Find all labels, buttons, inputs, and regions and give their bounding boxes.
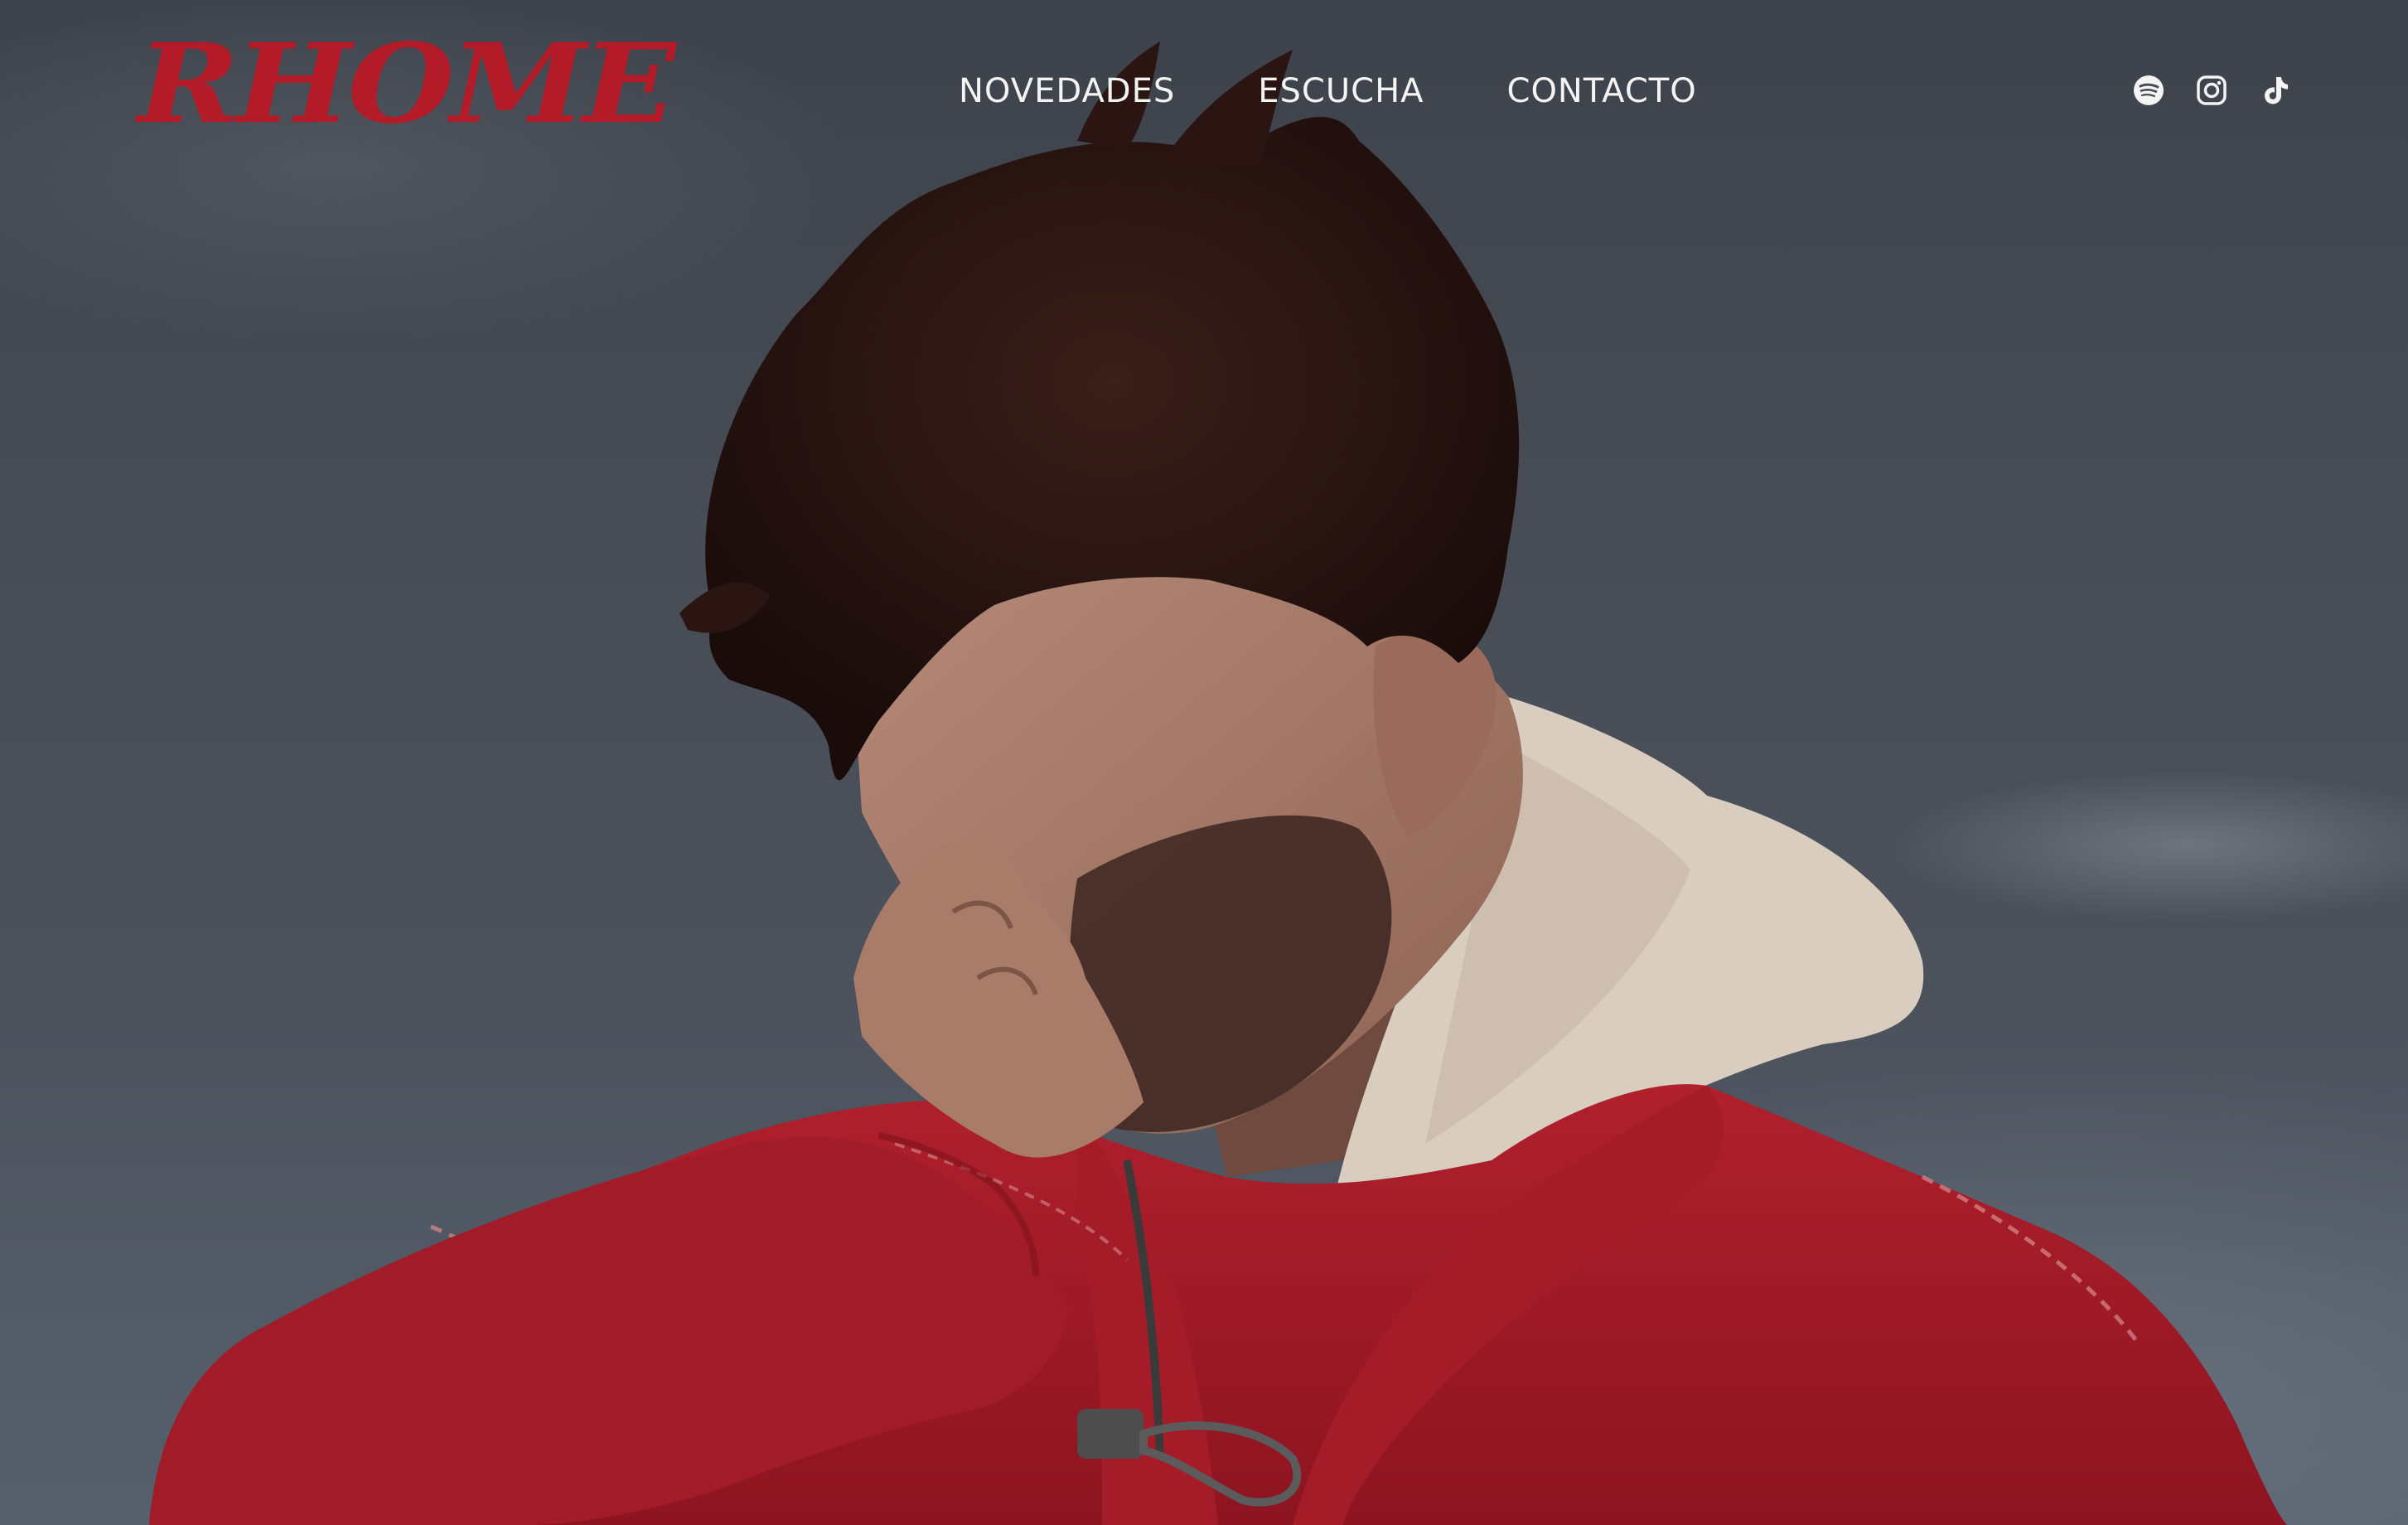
- nav-contacto[interactable]: CONTACTO: [1507, 66, 1697, 116]
- social-links: [2133, 75, 2290, 106]
- hero-photo: [0, 0, 2408, 1525]
- hero-illustration: [149, 41, 2287, 1525]
- instagram-icon: [2197, 75, 2227, 105]
- page: RHOME NOVEDADES ESCUCHA CONTACTO: [0, 0, 2408, 1525]
- spotify-icon: [2134, 75, 2164, 105]
- instagram-link[interactable]: [2196, 75, 2227, 106]
- logo-wordmark: RHOME: [138, 20, 676, 148]
- tiktok-icon: [2265, 77, 2288, 104]
- nav-novedades[interactable]: NOVEDADES: [959, 66, 1175, 116]
- tiktok-link[interactable]: [2259, 75, 2290, 106]
- brand-logo[interactable]: RHOME: [138, 30, 676, 139]
- nav-escucha[interactable]: ESCUCHA: [1258, 66, 1424, 116]
- spotify-link[interactable]: [2133, 75, 2164, 106]
- main-nav: NOVEDADES ESCUCHA CONTACTO: [959, 66, 1697, 116]
